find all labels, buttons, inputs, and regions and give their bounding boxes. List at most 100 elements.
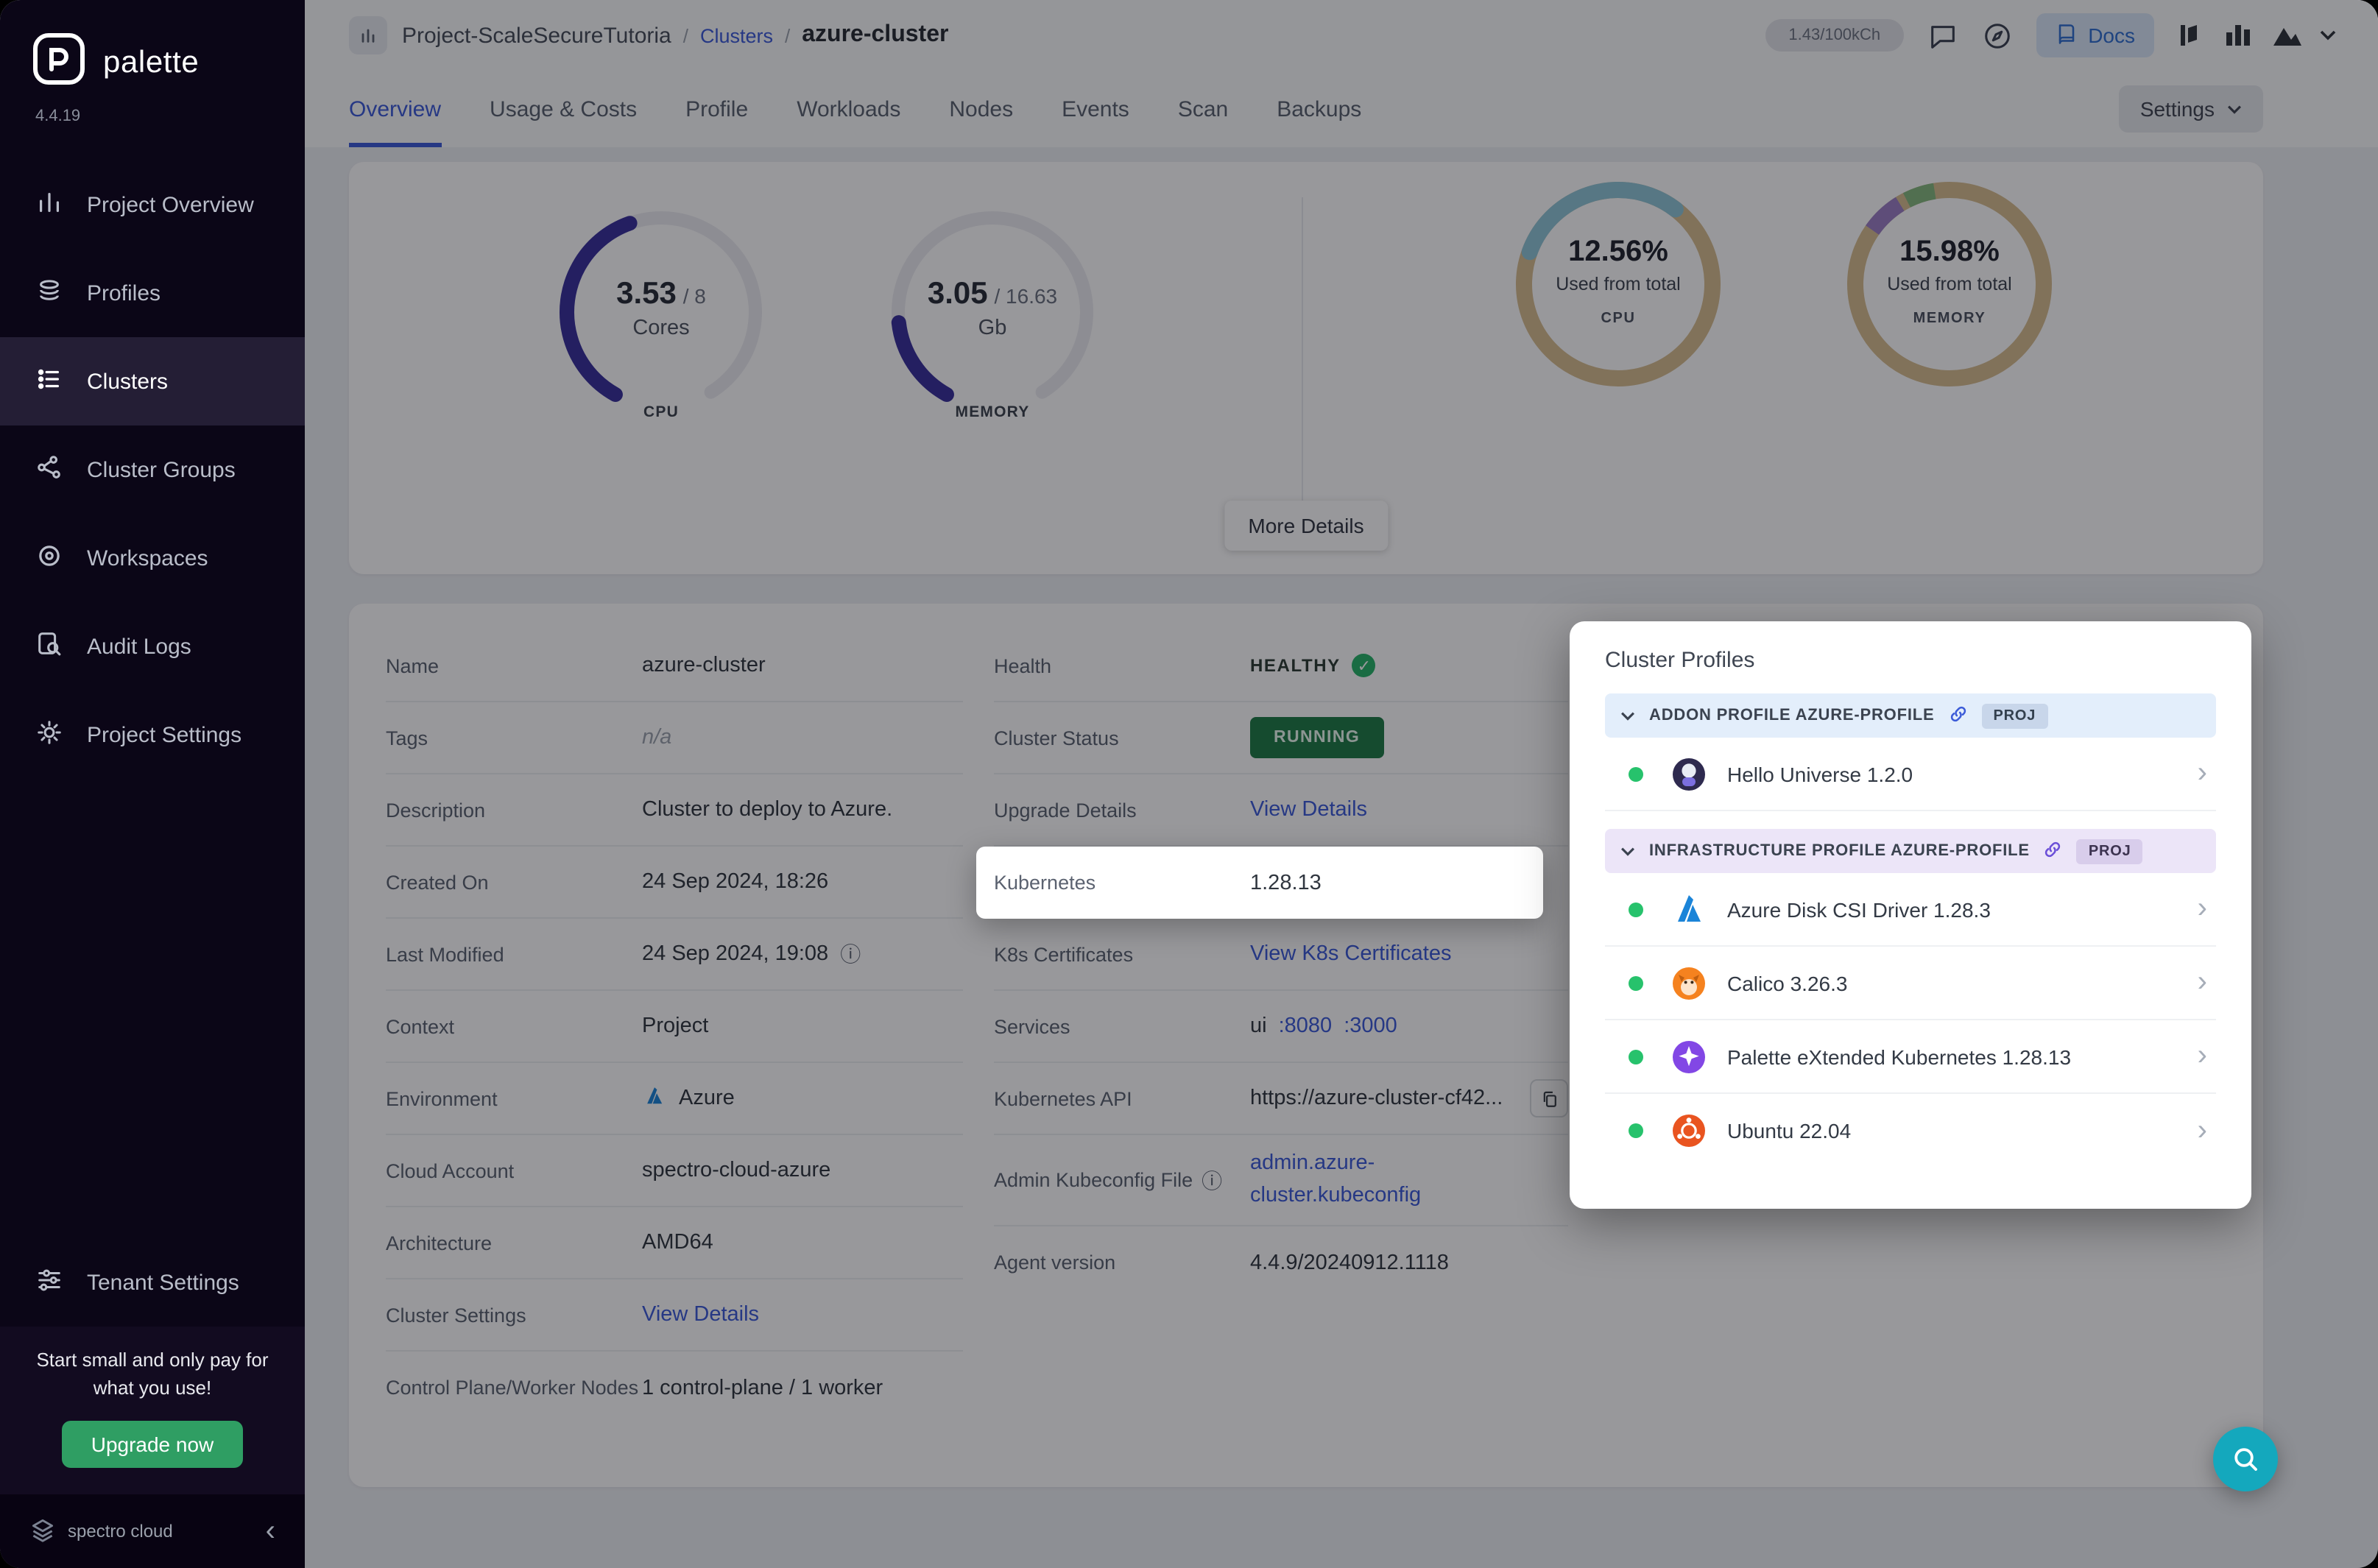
tab-usage-costs[interactable]: Usage & Costs (490, 71, 637, 147)
palette-logo: palette (0, 0, 305, 93)
infrastructure-profile-section-header[interactable]: INFRASTRUCTURE PROFILE AZURE-PROFILE PRO… (1605, 829, 2216, 873)
detail-label: Environment (386, 1087, 498, 1109)
detail-value: n/a (642, 726, 672, 749)
memory-used-value: 3.05 (927, 277, 988, 311)
cluster-profiles-title: Cluster Profiles (1605, 648, 1755, 673)
detail-value: 24 Sep 2024, 18:26 (642, 870, 829, 894)
gear-icon (35, 718, 63, 752)
service-port-3000-link[interactable]: :3000 (1344, 1014, 1397, 1038)
chevron-right-icon[interactable]: › (2198, 1039, 2207, 1073)
breadcrumb-project[interactable]: Project-ScaleSecureTutoria (402, 23, 671, 48)
info-icon[interactable]: ⓘ (840, 939, 861, 969)
detail-label: Control Plane/Worker Nodes (386, 1377, 639, 1399)
sidebar-item-project-overview[interactable]: Project Overview (0, 160, 305, 249)
detail-row-environment: Environment Azure (386, 1063, 963, 1135)
cpu-total-value: / 8 (682, 284, 706, 308)
addon-profile-section-header[interactable]: ADDON PROFILE AZURE-PROFILE PROJ (1605, 693, 2216, 738)
settings-button[interactable]: Settings (2119, 85, 2263, 133)
profile-pack-name: Ubuntu 22.04 (1727, 1119, 1852, 1143)
profile-row-hello-universe[interactable]: Hello Universe 1.2.0 › (1605, 738, 2216, 811)
sidebar-item-clusters[interactable]: Clusters (0, 337, 305, 425)
copy-icon[interactable] (1530, 1079, 1568, 1117)
toolbar-overflow-icons[interactable] (2178, 24, 2337, 47)
detail-row-cloud-account: Cloud Account spectro-cloud-azure (386, 1135, 963, 1207)
detail-value: Project (642, 1014, 709, 1038)
audit-search-icon (35, 629, 63, 663)
sidebar-item-audit-logs[interactable]: Audit Logs (0, 602, 305, 691)
more-details-button[interactable]: More Details (1224, 501, 1388, 551)
detail-row-kubernetes-spotlight: Kubernetes 1.28.13 (976, 847, 1543, 919)
layers-icon (35, 276, 63, 310)
chart-bars-icon (2226, 25, 2250, 46)
nodes-icon (35, 453, 63, 487)
tab-profile[interactable]: Profile (685, 71, 748, 147)
tab-nodes[interactable]: Nodes (949, 71, 1013, 147)
upgrade-now-button[interactable]: Upgrade now (61, 1421, 244, 1468)
docs-button[interactable]: Docs (2036, 13, 2154, 57)
upgrade-promo: Start small and only pay for what you us… (0, 1327, 305, 1494)
detail-label: Health (994, 654, 1052, 677)
detail-label: Cluster Settings (386, 1304, 526, 1326)
tab-workloads[interactable]: Workloads (797, 71, 900, 147)
list-icon (35, 364, 63, 398)
sidebar-item-cluster-groups[interactable]: Cluster Groups (0, 425, 305, 514)
docs-label: Docs (2088, 24, 2135, 47)
memory-gauge: 3.05 / 16.63 Gb MEMORY (875, 194, 1110, 430)
view-k8s-certificates-link[interactable]: View K8s Certificates (1250, 942, 1568, 966)
profile-row-calico[interactable]: Calico 3.26.3 › (1605, 947, 2216, 1020)
profile-row-azure-disk-csi[interactable]: Azure Disk CSI Driver 1.28.3 › (1605, 873, 2216, 947)
search-fab-button[interactable] (2213, 1427, 2278, 1491)
detail-label: Tags (386, 727, 428, 749)
chevron-down-icon (1621, 711, 1634, 720)
status-dot-green (1629, 1049, 1643, 1064)
detail-label: Cloud Account (386, 1159, 515, 1182)
memory-gauge-label: MEMORY (955, 403, 1030, 421)
chevron-right-icon[interactable]: › (2198, 1114, 2207, 1148)
sidebar-item-label: Tenant Settings (87, 1270, 239, 1296)
cpu-usage-caption: Used from total (1556, 274, 1681, 294)
sidebar-footer: spectro cloud ‹ (0, 1494, 305, 1568)
admin-kubeconfig-link[interactable]: admin.azure-cluster.kubeconfig (1250, 1149, 1427, 1211)
check-circle-icon: ✓ (1352, 654, 1376, 677)
profile-pack-name: Azure Disk CSI Driver 1.28.3 (1727, 897, 1991, 921)
breadcrumb-separator: / (682, 24, 688, 46)
sidebar-item-workspaces[interactable]: Workspaces (0, 514, 305, 602)
status-dot-green (1629, 1123, 1643, 1138)
compass-icon[interactable] (1982, 20, 2013, 51)
profile-pack-name: Palette eXtended Kubernetes 1.28.13 (1727, 1045, 2072, 1068)
chat-icon[interactable] (1927, 20, 1958, 51)
chevron-right-icon[interactable]: › (2198, 966, 2207, 1000)
sidebar-item-label: Audit Logs (87, 634, 191, 659)
detail-label: Architecture (386, 1232, 493, 1254)
tab-backups[interactable]: Backups (1277, 71, 1361, 147)
sidebar-item-label: Cluster Groups (87, 457, 236, 482)
sidebar-item-project-settings[interactable]: Project Settings (0, 691, 305, 779)
cpu-unit: Cores (632, 317, 690, 340)
collapse-sidebar-icon[interactable]: ‹ (266, 1514, 275, 1548)
sidebar-item-tenant-settings[interactable]: Tenant Settings (0, 1239, 305, 1327)
chevron-right-icon[interactable]: › (2198, 757, 2207, 791)
detail-label: Description (386, 799, 486, 821)
upgrade-view-details-link[interactable]: View Details (1250, 798, 1568, 822)
profile-row-palette-extended-kubernetes[interactable]: Palette eXtended Kubernetes 1.28.13 › (1605, 1020, 2216, 1094)
info-icon[interactable]: ⓘ (1202, 1165, 1222, 1195)
sidebar-item-profiles[interactable]: Profiles (0, 249, 305, 337)
sidebar-item-label: Profiles (87, 280, 161, 306)
hello-universe-icon (1670, 755, 1708, 793)
brand-name: palette (103, 45, 200, 79)
link-icon (1947, 703, 1968, 728)
cluster-settings-view-details-link[interactable]: View Details (642, 1303, 963, 1327)
service-port-8080-link[interactable]: :8080 (1279, 1014, 1333, 1038)
detail-label: Last Modified (386, 943, 504, 965)
chevron-right-icon[interactable]: › (2198, 892, 2207, 926)
profile-row-ubuntu[interactable]: Ubuntu 22.04 › (1605, 1094, 2216, 1168)
breadcrumb-clusters-link[interactable]: Clusters (700, 24, 773, 46)
usage-quota-pill: 1.43/100kCh (1765, 19, 1905, 52)
spectro-cloud-logo-icon (29, 1516, 56, 1547)
sidebar-item-label: Clusters (87, 369, 169, 394)
cpu-gauge-label: CPU (643, 403, 679, 421)
tab-events[interactable]: Events (1062, 71, 1129, 147)
tab-scan[interactable]: Scan (1178, 71, 1228, 147)
tab-overview[interactable]: Overview (349, 71, 442, 147)
chevron-down-icon (1621, 847, 1634, 855)
